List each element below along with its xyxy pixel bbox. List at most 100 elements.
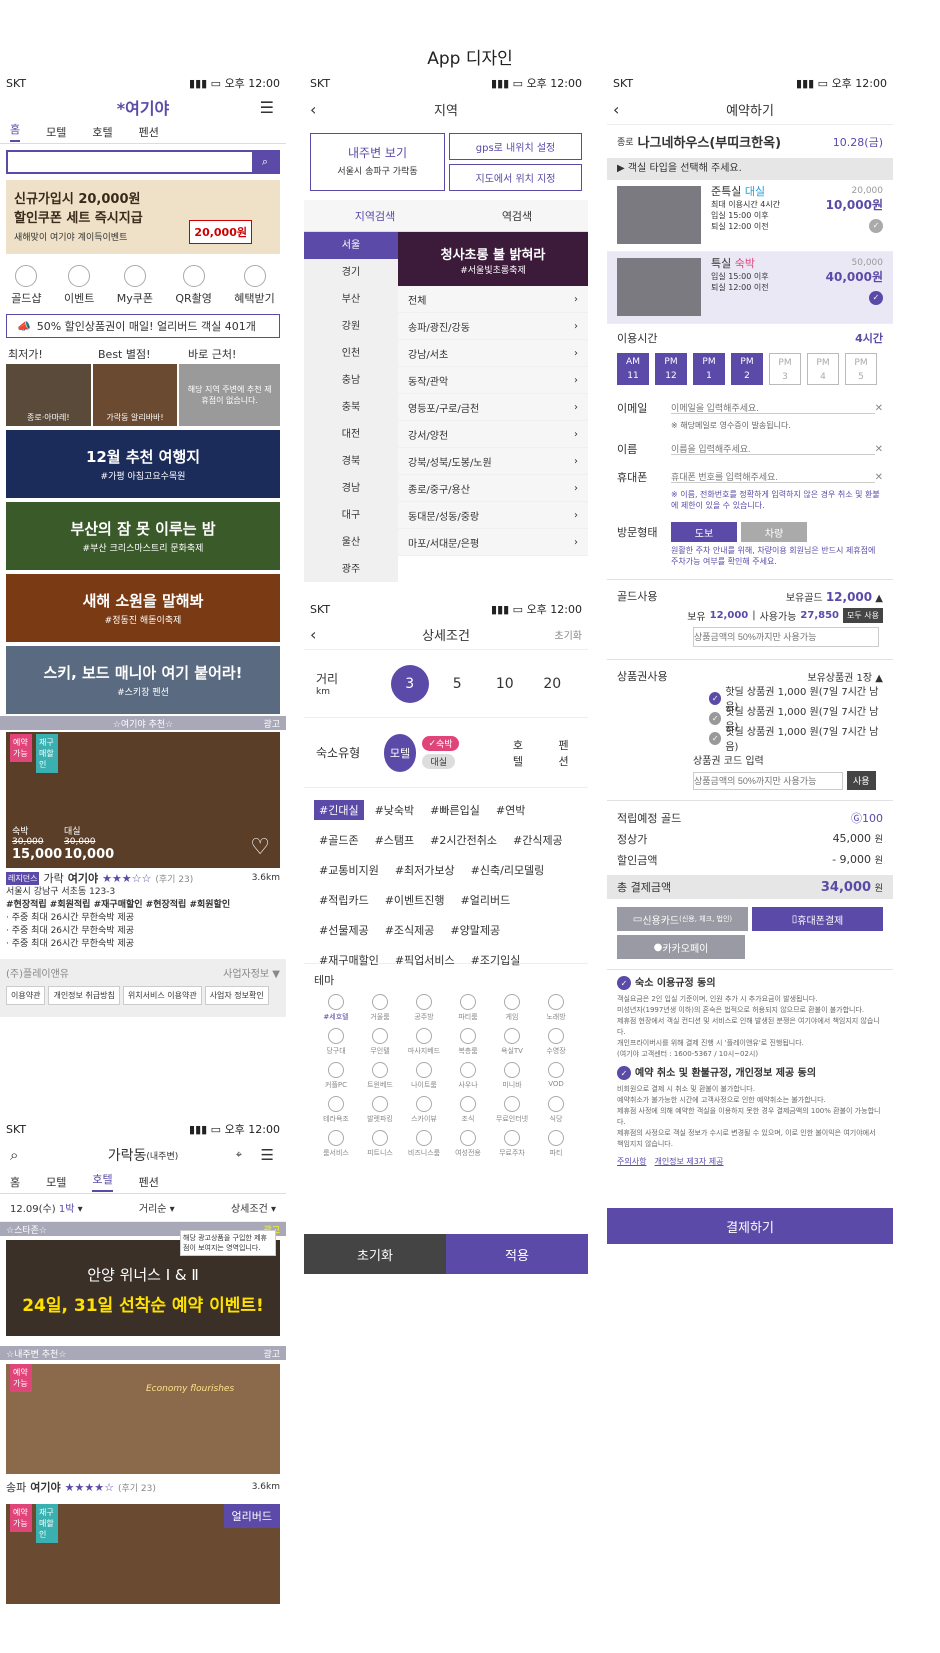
use-all-button[interactable]: 모두 사용	[843, 608, 883, 623]
time-slot[interactable]: AM 11	[617, 353, 649, 385]
tab-hotel[interactable]: 호텔	[92, 1171, 113, 1192]
reset-link[interactable]: 초기화	[554, 627, 582, 642]
event-banner[interactable]: 부산의 잠 못 이루는 밤 #부산 크리스마스트리 문화축제	[6, 502, 280, 570]
subregion-item[interactable]: 종로/중구/용산 ›	[398, 475, 588, 502]
region-item[interactable]: 충남	[304, 367, 398, 394]
back-icon[interactable]: ‹	[613, 100, 619, 119]
clear-icon[interactable]: ✕	[875, 403, 883, 414]
theme-item[interactable]: 여성전용	[446, 1130, 490, 1158]
visit-car[interactable]: 차량	[741, 522, 807, 542]
tab-motel[interactable]: 모텔	[46, 124, 66, 140]
theme-item[interactable]: 식당	[534, 1096, 578, 1124]
tag-chip[interactable]: #픽업서비스	[390, 950, 460, 970]
region-item[interactable]: 경북	[304, 448, 398, 475]
tag-chip[interactable]: #재구매할인	[314, 950, 384, 970]
footer-terms[interactable]: 이용약관	[6, 986, 46, 1005]
location-title[interactable]: 가락동	[108, 1145, 147, 1165]
voucher-code-input[interactable]	[693, 771, 843, 790]
type-pension[interactable]: 펜션	[558, 737, 576, 769]
distance-option[interactable]: 20	[533, 665, 571, 703]
clear-icon[interactable]: ✕	[875, 444, 883, 455]
region-item[interactable]: 서울	[304, 232, 398, 259]
time-slot[interactable]: PM 12	[655, 353, 687, 385]
tag-chip[interactable]: #2시간전취소	[425, 830, 502, 850]
tag-chip[interactable]: #신축/리모델링	[466, 860, 550, 880]
quick-coupon[interactable]: My쿠폰	[117, 264, 153, 306]
distance-option[interactable]: 5	[438, 665, 476, 703]
distance-option[interactable]: 3	[390, 664, 429, 703]
theme-item[interactable]: 마사지베드	[402, 1028, 446, 1056]
time-slot[interactable]: PM 2	[731, 353, 763, 385]
tag-chip[interactable]: #교통비지원	[314, 860, 384, 880]
email-input[interactable]	[671, 402, 875, 414]
phone-input[interactable]	[671, 471, 875, 483]
tab-home[interactable]: 홈	[10, 1174, 20, 1190]
theme-item[interactable]: 룸서비스	[314, 1130, 358, 1158]
check-icon[interactable]: ✓	[617, 1066, 631, 1080]
theme-item[interactable]: 노래방	[534, 994, 578, 1022]
subregion-item[interactable]: 강서/양천 ›	[398, 421, 588, 448]
tag-chip[interactable]: #얼리버드	[456, 890, 516, 910]
quick-gold[interactable]: 골드샵	[11, 264, 42, 306]
tag-chip[interactable]: #빠른입실	[425, 800, 485, 820]
notice-bar[interactable]: 📣 50% 할인상품권이 매일! 얼리버드 객실 401개	[6, 314, 280, 338]
footer-business[interactable]: 사업자 정보확인	[204, 986, 269, 1005]
menu-icon[interactable]: ☰	[260, 98, 274, 117]
caution-link[interactable]: 주의사항	[617, 1156, 646, 1167]
time-slot[interactable]: PM 3	[769, 353, 801, 385]
pay-kakao-button[interactable]: ● 카카오페이	[617, 935, 745, 959]
time-slot[interactable]: PM 5	[845, 353, 877, 385]
tag-chip[interactable]: #조기입실	[466, 950, 526, 970]
pay-phone-button[interactable]: ▯ 휴대폰결제	[752, 907, 883, 931]
region-item[interactable]: 인천	[304, 340, 398, 367]
back-icon[interactable]: ‹	[310, 100, 316, 119]
theme-item[interactable]: 발렛파킹	[358, 1096, 402, 1124]
name-input[interactable]	[671, 443, 875, 455]
tag-chip[interactable]: #긴대실	[314, 800, 364, 820]
theme-item[interactable]: 피트니스	[358, 1130, 402, 1158]
theme-item[interactable]: 무료인터넷	[490, 1096, 534, 1124]
hotel-card[interactable]: 예약가능 재구매할인 숙박 30,000 15,000 대실 30,000 10…	[6, 732, 280, 868]
event-banner[interactable]: 새해 소원을 말해봐 #정동진 해돋이축제	[6, 574, 280, 642]
tab-motel[interactable]: 모텔	[46, 1174, 66, 1190]
theme-item[interactable]: 공주방	[402, 994, 446, 1022]
tab-region-search[interactable]: 지역검색	[304, 208, 446, 224]
theme-item[interactable]: 복층룸	[446, 1028, 490, 1056]
star-zone-banner[interactable]: 안양 위너스 Ⅰ & Ⅱ 24일, 31일 선착순 예약 이벤트! 해당 광고상…	[6, 1230, 280, 1336]
quick-qr[interactable]: QR촬영	[175, 264, 212, 306]
region-item[interactable]: 경남	[304, 475, 398, 502]
tag-chip[interactable]: #연박	[491, 800, 530, 820]
theme-item[interactable]: 나이트룸	[402, 1062, 446, 1090]
time-slot[interactable]: PM 1	[693, 353, 725, 385]
theme-item[interactable]: 미니바	[490, 1062, 534, 1090]
type-motel[interactable]: 모텔	[383, 733, 417, 772]
region-item[interactable]: 대구	[304, 502, 398, 529]
map-pin-icon[interactable]: ⌖	[236, 1148, 242, 1162]
theme-item[interactable]: 게임	[490, 994, 534, 1022]
type-daesil[interactable]: 대실	[422, 754, 455, 770]
gold-input[interactable]	[693, 627, 879, 647]
footer-location[interactable]: 위치서비스 이용약관	[122, 986, 202, 1005]
theme-item[interactable]: 수영장	[534, 1028, 578, 1056]
distance-option[interactable]: 10	[486, 665, 524, 703]
tag-chip[interactable]: #간식제공	[508, 830, 568, 850]
quick-event[interactable]: 이벤트	[64, 264, 94, 306]
theme-item[interactable]: 비즈니스룸	[402, 1130, 446, 1158]
pay-submit-button[interactable]: 결제하기	[607, 1208, 893, 1244]
theme-item[interactable]: 사우나	[446, 1062, 490, 1090]
room-option[interactable]: 특실 숙박 입실 15:00 이후 퇴실 12:00 이전 50,000 40,000원…	[607, 252, 893, 324]
theme-item[interactable]: 거울룸	[358, 994, 402, 1022]
region-item[interactable]: 대전	[304, 421, 398, 448]
theme-item[interactable]: 당구대	[314, 1028, 358, 1056]
promo-banner[interactable]: 신규가입시 20,000원 할인쿠폰 세트 즉시지급 새해맞이 여기야 계이득이…	[6, 180, 280, 254]
subregion-item[interactable]: 마포/서대문/은평 ›	[398, 529, 588, 556]
tag-chip[interactable]: #골드존	[314, 830, 364, 850]
tag-chip[interactable]: #스탬프	[370, 830, 420, 850]
theme-item[interactable]: 트윈베드	[358, 1062, 402, 1090]
map-select-button[interactable]: 지도에서 위치 지정	[449, 164, 582, 191]
detail-filter[interactable]: 상세조건 ▾	[231, 1200, 276, 1215]
type-sukbak[interactable]: ✓ 숙박	[422, 736, 459, 752]
rec-thumb-1[interactable]: 종로·아마레!	[6, 364, 91, 426]
subregion-item[interactable]: 전체 ›	[398, 286, 588, 313]
gps-button[interactable]: gps로 내위치 설정	[449, 133, 582, 160]
